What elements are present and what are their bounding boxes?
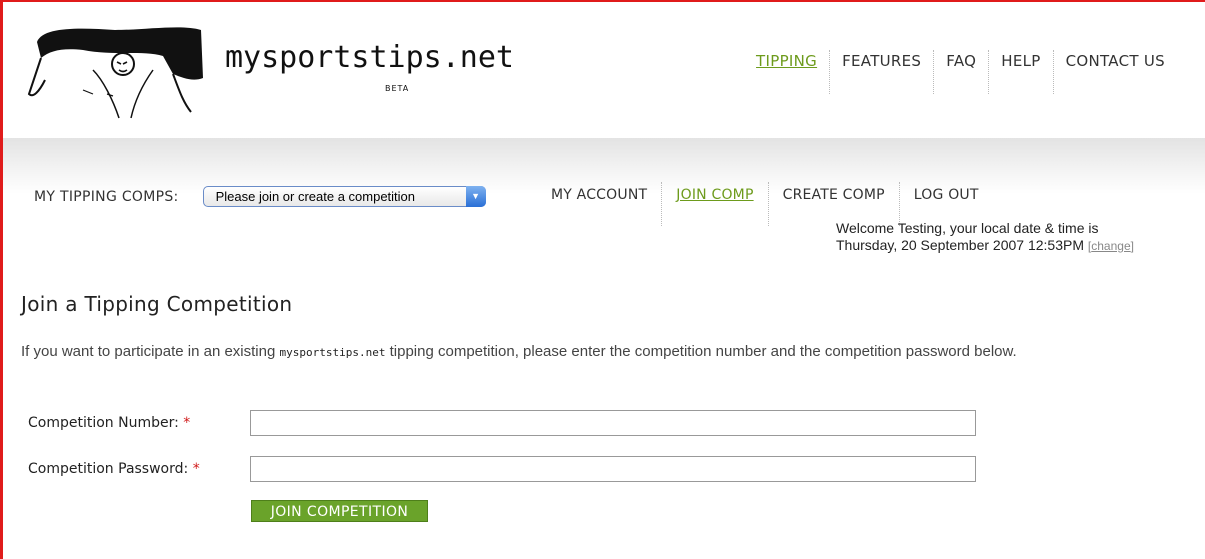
join-competition-button[interactable]: JOIN COMPETITION (251, 500, 428, 522)
competition-select-value: Please join or create a competition (215, 189, 416, 204)
intro-text: If you want to participate in an existin… (21, 342, 1121, 363)
welcome-line: Welcome Testing, your local date & time … (836, 220, 1099, 236)
competition-password-label: Competition Password: * (28, 461, 250, 477)
page-title: Join a Tipping Competition (21, 292, 293, 316)
competition-password-input[interactable] (250, 456, 976, 482)
nav-features[interactable]: FEATURES (829, 50, 933, 94)
competition-password-label-text: Competition Password: (28, 461, 189, 477)
logo-illustration-icon[interactable] (23, 20, 208, 120)
top-nav: TIPPING FEATURES FAQ HELP CONTACT US (744, 50, 1177, 94)
inline-brand-text: mysportstips.net (279, 346, 386, 359)
beta-label: BETA (385, 84, 410, 93)
comps-selector-row: MY TIPPING COMPS: Please join or create … (34, 186, 486, 207)
nav-contact-us[interactable]: CONTACT US (1052, 50, 1177, 94)
competition-number-row: Competition Number: * (28, 410, 976, 436)
intro-text-end: tipping competition, please enter the co… (385, 343, 1017, 360)
change-time-link[interactable]: change (1091, 239, 1130, 253)
datetime-line: Thursday, 20 September 2007 12:53PM [cha… (836, 237, 1134, 253)
competition-password-row: Competition Password: * (28, 456, 976, 482)
welcome-message: Welcome Testing, your local date & time … (836, 220, 1134, 255)
competition-number-label-text: Competition Number: (28, 415, 179, 431)
site-header: mysportstips.net BETA TIPPING FEATURES F… (3, 2, 1205, 138)
competition-select[interactable]: Please join or create a competition ▼ (202, 186, 486, 207)
competition-number-input[interactable] (250, 410, 976, 436)
nav-tipping[interactable]: TIPPING (744, 50, 829, 94)
nav-join-comp[interactable]: JOIN COMP (661, 182, 767, 226)
competition-number-label: Competition Number: * (28, 415, 250, 431)
nav-faq[interactable]: FAQ (933, 50, 988, 94)
select-arrow-icon[interactable]: ▼ (465, 186, 486, 207)
my-tipping-comps-label: MY TIPPING COMPS: (34, 188, 179, 205)
required-marker: * (192, 461, 200, 477)
local-datetime: Thursday, 20 September 2007 12:53PM (836, 237, 1085, 253)
brand-logo-text[interactable]: mysportstips.net (225, 40, 514, 75)
nav-my-account[interactable]: MY ACCOUNT (537, 182, 661, 226)
required-marker: * (183, 415, 191, 431)
nav-help[interactable]: HELP (988, 50, 1052, 94)
intro-text-start: If you want to participate in an existin… (21, 343, 280, 360)
